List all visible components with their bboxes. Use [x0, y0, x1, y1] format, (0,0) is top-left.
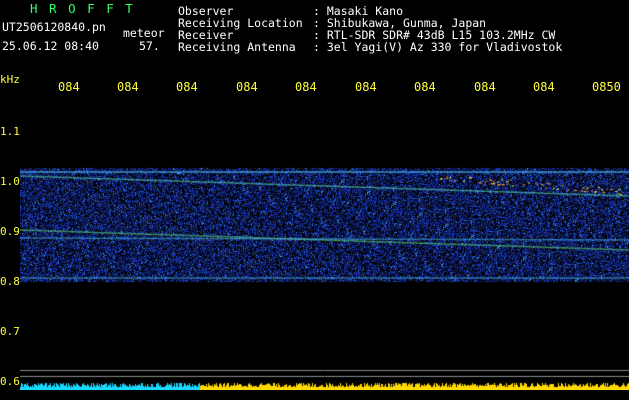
datetime: 25.06.12 08:40 [2, 39, 99, 53]
y-axis-label: 0.6 [0, 375, 20, 388]
y-axis-label: 1.0 [0, 175, 20, 188]
time-tick: 084 [176, 80, 198, 94]
time-tick: 084 [533, 80, 555, 94]
y-axis-label: 1.1 [0, 125, 20, 138]
time-tick: 084 [355, 80, 377, 94]
time-tick: 0850 [592, 80, 621, 94]
y-axis-label: 0.8 [0, 275, 20, 288]
time-tick: 084 [236, 80, 258, 94]
time-tick: 084 [117, 80, 139, 94]
time-tick: 084 [414, 80, 436, 94]
time-tick: 084 [295, 80, 317, 94]
y-axis-label: 0.7 [0, 325, 20, 338]
time-tick: 084 [58, 80, 80, 94]
brand-title: H R O F F T [30, 1, 135, 16]
y-axis-label: 0.9 [0, 225, 20, 238]
time-tick: 084 [474, 80, 496, 94]
meteor-label: meteor [123, 26, 165, 40]
meteor-count: 57. [139, 39, 160, 53]
antenna-label: Receiving Antenna [178, 40, 296, 54]
y-axis-unit: kHz [0, 73, 20, 86]
spectrogram-image [20, 100, 629, 390]
hrofft-screen: H R O F F T UT2506120840.pn meteor 25.06… [0, 0, 629, 400]
antenna-value: : 3el Yagi(V) Az 330 for Vladivostok [313, 40, 563, 54]
filename: UT2506120840.pn [2, 20, 106, 34]
